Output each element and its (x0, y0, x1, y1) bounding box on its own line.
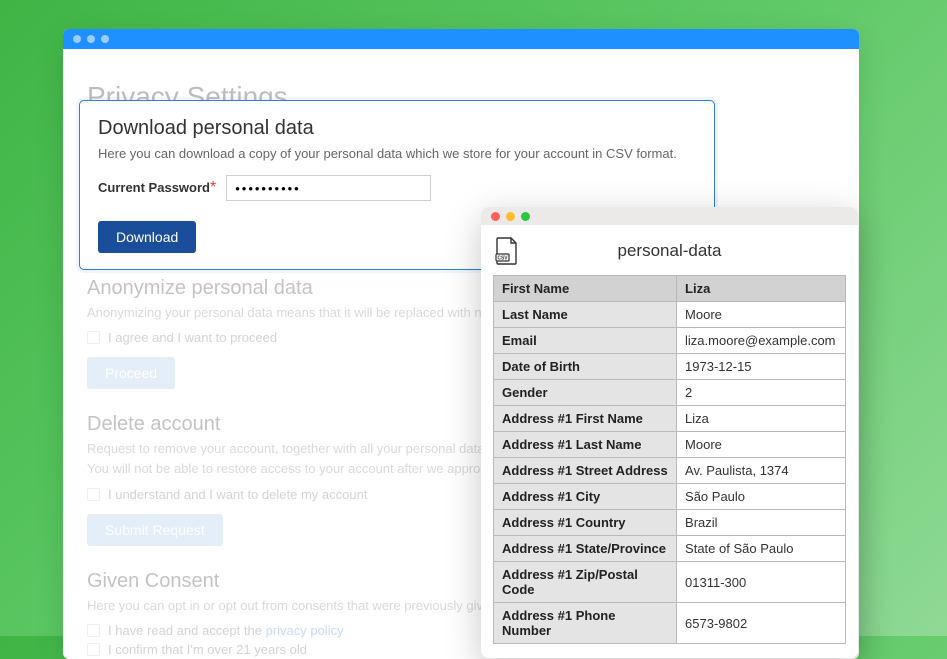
header-key: First Name (494, 276, 677, 302)
row-key: Address #1 City (494, 484, 677, 510)
row-key: Address #1 Street Address (494, 458, 677, 484)
row-key: Address #1 State/Province (494, 536, 677, 562)
row-val: Av. Paulista, 1374 (677, 458, 846, 484)
anonymize-checkbox[interactable] (87, 331, 100, 344)
row-key: Address #1 Phone Number (494, 603, 677, 644)
password-label: Current Password (98, 180, 210, 195)
window-control-dot[interactable] (87, 35, 95, 43)
table-row: Address #1 Phone Number6573-9802 (494, 603, 846, 644)
submit-request-button[interactable]: Submit Request (87, 514, 223, 546)
password-input[interactable] (226, 175, 431, 201)
required-asterisk: * (210, 179, 216, 196)
table-row: Address #1 State/ProvinceState of São Pa… (494, 536, 846, 562)
download-heading: Download personal data (98, 117, 696, 140)
table-row: Emailliza.moore@example.com (494, 328, 846, 354)
row-key: Email (494, 328, 677, 354)
csv-filename: personal-data (618, 241, 722, 261)
csv-header: CSV personal-data (481, 225, 858, 275)
table-row: Last NameMoore (494, 302, 846, 328)
row-val: Liza (677, 406, 846, 432)
row-val: 1973-12-15 (677, 354, 846, 380)
delete-checkbox[interactable] (87, 488, 100, 501)
row-key: Address #1 First Name (494, 406, 677, 432)
row-val: Moore (677, 302, 846, 328)
row-key: Date of Birth (494, 354, 677, 380)
window-titlebar (63, 29, 859, 49)
zoom-icon[interactable] (521, 212, 530, 221)
table-header-row: First Name Liza (494, 276, 846, 302)
csv-table: First Name Liza Last NameMooreEmailliza.… (493, 275, 846, 644)
row-val: State of São Paulo (677, 536, 846, 562)
row-key: Address #1 Zip/Postal Code (494, 562, 677, 603)
row-key: Address #1 Country (494, 510, 677, 536)
anonymize-check-label: I agree and I want to proceed (108, 330, 277, 345)
table-row: Address #1 CountryBrazil (494, 510, 846, 536)
row-val: 2 (677, 380, 846, 406)
row-val: 6573-9802 (677, 603, 846, 644)
row-val: Brazil (677, 510, 846, 536)
download-button[interactable]: Download (98, 221, 196, 253)
proceed-button[interactable]: Proceed (87, 357, 175, 389)
row-key: Gender (494, 380, 677, 406)
consent-checkbox-1[interactable] (87, 624, 100, 637)
table-row: Address #1 CitySão Paulo (494, 484, 846, 510)
consent-checkbox-2[interactable] (87, 643, 100, 656)
password-label-wrap: Current Password* (98, 179, 216, 197)
table-row: Gender2 (494, 380, 846, 406)
row-key: Last Name (494, 302, 677, 328)
row-val: Moore (677, 432, 846, 458)
row-val: 01311-300 (677, 562, 846, 603)
table-row: Address #1 Last NameMoore (494, 432, 846, 458)
consent-check2-label: I confirm that I'm over 21 years old (108, 642, 307, 657)
row-key: Address #1 Last Name (494, 432, 677, 458)
table-row: Address #1 First NameLiza (494, 406, 846, 432)
window-control-dot[interactable] (73, 35, 81, 43)
header-val: Liza (677, 276, 846, 302)
minimize-icon[interactable] (506, 212, 515, 221)
svg-text:CSV: CSV (497, 256, 508, 262)
table-row: Address #1 Zip/Postal Code01311-300 (494, 562, 846, 603)
row-val: liza.moore@example.com (677, 328, 846, 354)
window-control-dot[interactable] (101, 35, 109, 43)
csv-titlebar (481, 207, 858, 225)
delete-check-label: I understand and I want to delete my acc… (108, 487, 367, 502)
table-row: Date of Birth1973-12-15 (494, 354, 846, 380)
csv-window: CSV personal-data First Name Liza Last N… (481, 207, 858, 658)
row-val: São Paulo (677, 484, 846, 510)
table-row: Address #1 Street AddressAv. Paulista, 1… (494, 458, 846, 484)
csv-file-icon: CSV (495, 237, 519, 270)
download-desc: Here you can download a copy of your per… (98, 146, 696, 161)
close-icon[interactable] (491, 212, 500, 221)
